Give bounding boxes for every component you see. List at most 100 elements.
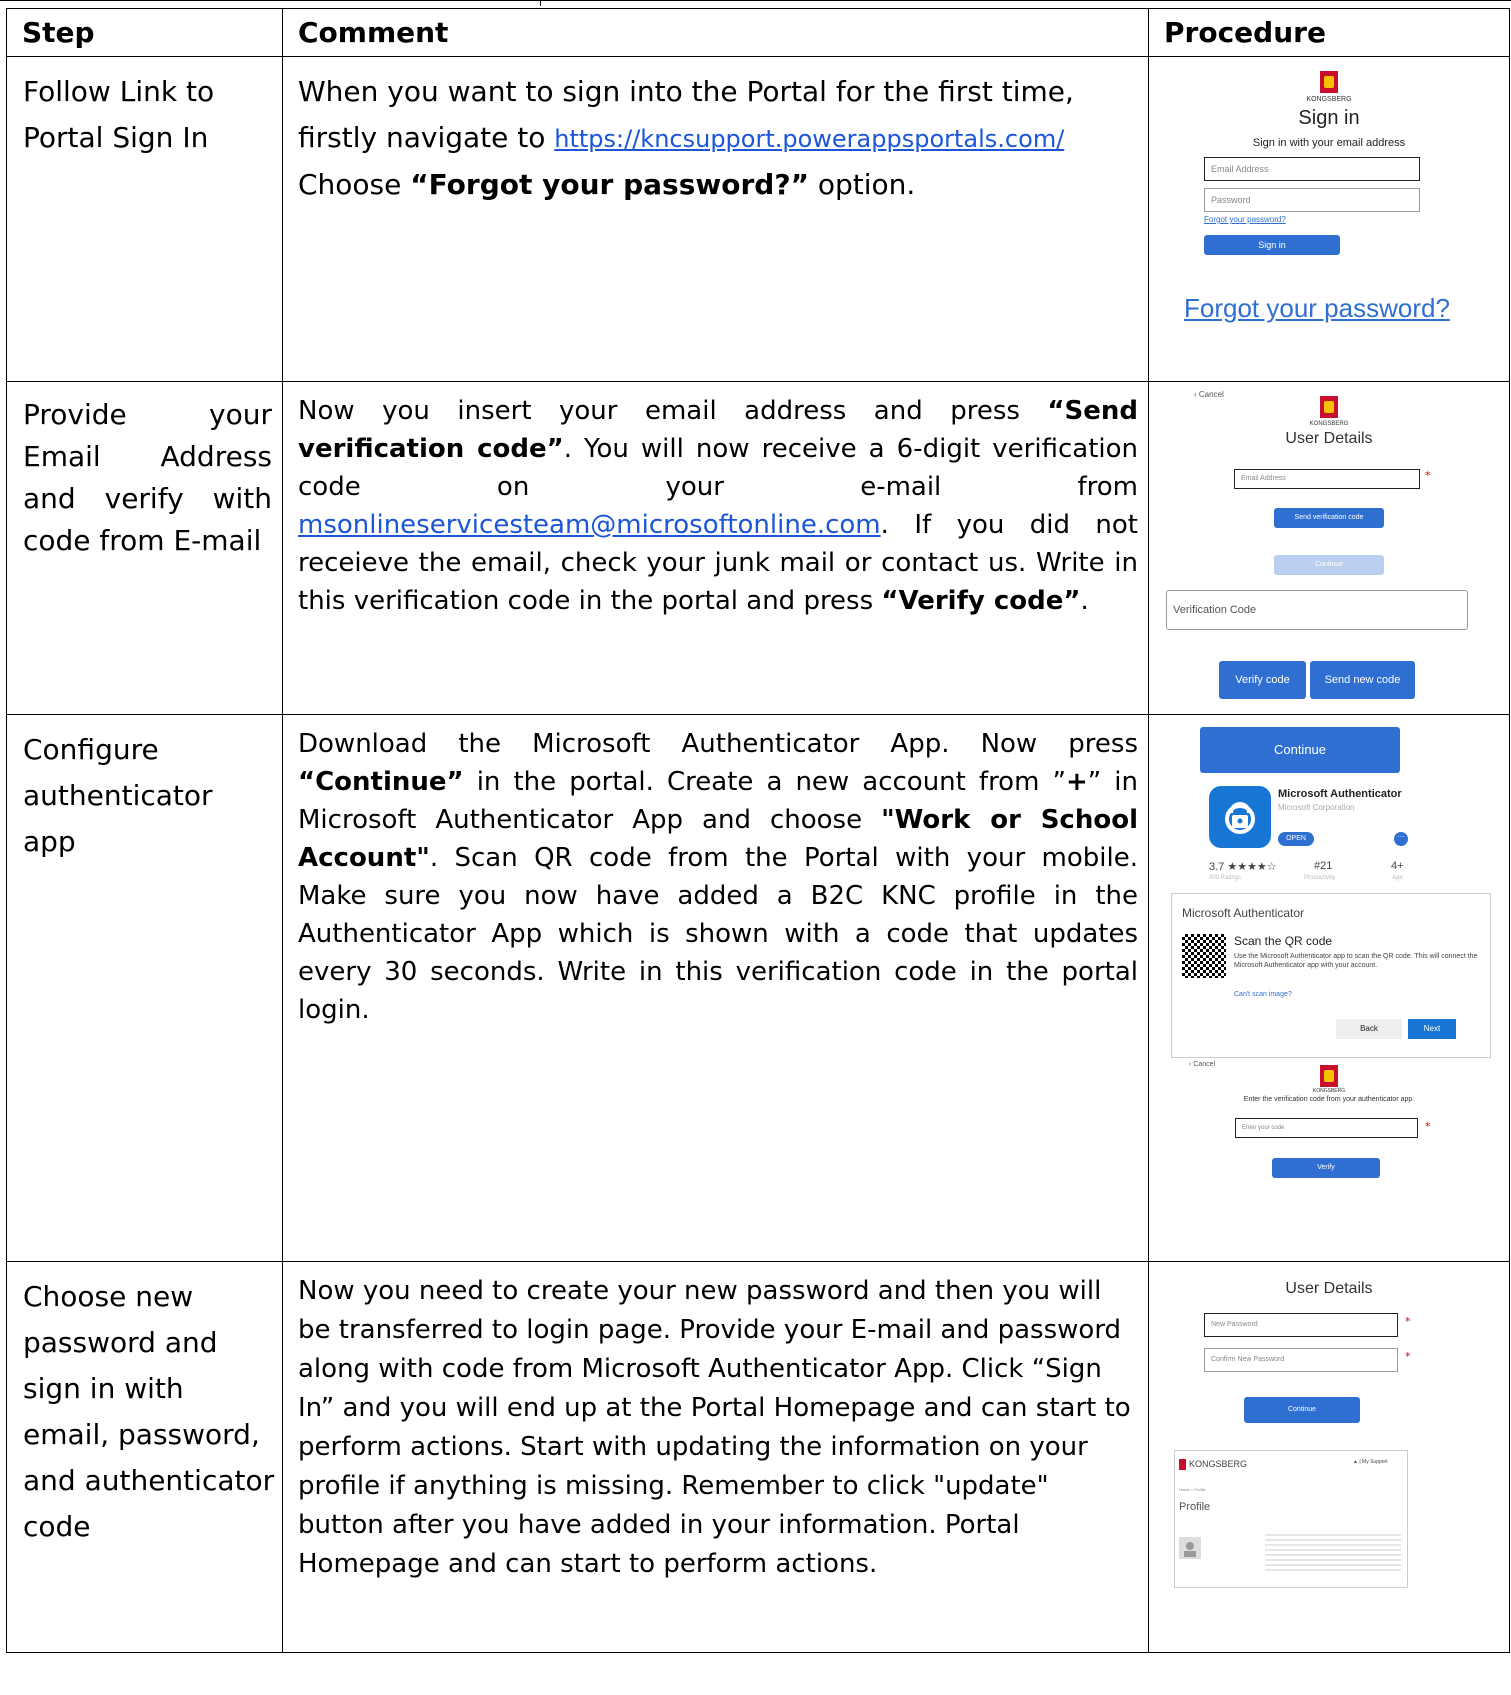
- email-field[interactable]: Email Address: [1234, 469, 1420, 489]
- comment-text: Now you need to create your new password…: [298, 1276, 1131, 1579]
- step-cell: Follow Link to Portal Sign In: [6, 56, 283, 382]
- brand-text: KONGSBERG: [1309, 421, 1349, 427]
- app-publisher: Microsoft Corporation: [1278, 803, 1355, 812]
- required-marker: *: [1405, 1350, 1411, 1363]
- procedure-table: Step Comment Procedure Follow Link to Po…: [6, 8, 1510, 1653]
- authenticator-screenshot: Continue Microsoft Authenticator Microso…: [1149, 715, 1510, 1261]
- password-field[interactable]: Password: [1204, 188, 1420, 212]
- breadcrumb: Home > Profile: [1179, 1487, 1206, 1492]
- continue-button[interactable]: Continue: [1200, 727, 1400, 773]
- new-password-screenshot: User Details New Password * Confirm New …: [1149, 1262, 1510, 1652]
- app-rating-count: 300 Ratings: [1209, 875, 1242, 881]
- step-cell: Configure authenticator app: [6, 714, 283, 1262]
- new-password-field[interactable]: New Password: [1204, 1313, 1398, 1337]
- header-step: Step: [6, 8, 283, 57]
- back-button[interactable]: Back: [1336, 1019, 1402, 1039]
- kongsberg-logo: [1320, 1065, 1338, 1087]
- table-row: Follow Link to Portal Sign In When you w…: [6, 56, 1510, 382]
- qr-dialog: Microsoft Authenticator Scan the QR code…: [1171, 893, 1491, 1058]
- nav-home[interactable]: ▲ | My Support: [1353, 1459, 1388, 1465]
- comment-bold: +: [1065, 767, 1088, 797]
- verify-button[interactable]: Verify: [1272, 1158, 1380, 1178]
- user-details-title: User Details: [1285, 1280, 1373, 1297]
- app-rank: #21: [1314, 860, 1333, 872]
- comment-text: in the portal. Create a new account from…: [463, 767, 1066, 797]
- top-border-stub: [540, 0, 557, 6]
- qr-code-icon: [1182, 934, 1226, 978]
- header-comment: Comment: [282, 8, 1149, 57]
- verify-code-button[interactable]: Verify code: [1219, 661, 1306, 699]
- continue-button[interactable]: Continue: [1244, 1397, 1360, 1423]
- avatar: [1179, 1537, 1201, 1559]
- brand-text: KONGSBERG: [1312, 1088, 1346, 1094]
- procedure-cell: ‹ Cancel KONGSBERG User Details Email Ad…: [1148, 381, 1510, 715]
- required-marker: *: [1405, 1315, 1411, 1328]
- send-new-code-button[interactable]: Send new code: [1310, 661, 1415, 699]
- cant-scan-link[interactable]: Can't scan image?: [1234, 991, 1292, 998]
- table-header-row: Step Comment Procedure: [6, 8, 1510, 57]
- verification-code-field[interactable]: Verification Code: [1166, 590, 1468, 630]
- comment-cell: Now you insert your email address and pr…: [282, 381, 1149, 715]
- user-details-title: User Details: [1285, 430, 1373, 447]
- profile-page-preview: KONGSBERG ▲ | My Support Home > Profile …: [1174, 1450, 1408, 1588]
- cancel-link[interactable]: ‹ Cancel: [1189, 1061, 1215, 1068]
- next-button[interactable]: Next: [1408, 1019, 1456, 1039]
- authenticator-code-field[interactable]: Enter your code: [1235, 1118, 1418, 1138]
- header-procedure: Procedure: [1148, 8, 1510, 57]
- portal-link[interactable]: https://kncsupport.powerappsportals.com/: [554, 125, 1064, 153]
- comment-cell: Download the Microsoft Authenticator App…: [282, 714, 1149, 1262]
- comment-text: Choose: [298, 168, 411, 201]
- app-name: Microsoft Authenticator: [1278, 788, 1402, 800]
- profile-title: Profile: [1179, 1501, 1211, 1513]
- step-cell: Provide your Email Address and verify wi…: [6, 381, 283, 715]
- signin-screenshot: KONGSBERG Sign in Sign in with your emai…: [1149, 57, 1510, 381]
- step-cell: Choose new password and sign in with ema…: [6, 1261, 283, 1653]
- cancel-link[interactable]: ‹ Cancel: [1194, 390, 1224, 399]
- more-options-icon[interactable]: ···: [1394, 832, 1408, 846]
- comment-cell: When you want to sign into the Portal fo…: [282, 56, 1149, 382]
- signin-title: Sign in: [1298, 107, 1360, 129]
- verify-email-screenshot: ‹ Cancel KONGSBERG User Details Email Ad…: [1149, 382, 1510, 714]
- app-category: Productivity: [1304, 875, 1336, 881]
- comment-text: Download the Microsoft Authenticator App…: [298, 729, 1138, 759]
- table-row: Configure authenticator app Download the…: [6, 714, 1510, 1262]
- table-row: Provide your Email Address and verify wi…: [6, 381, 1510, 715]
- send-verification-code-button[interactable]: Send verification code: [1274, 508, 1384, 528]
- confirm-password-field[interactable]: Confirm New Password: [1204, 1348, 1398, 1372]
- forgot-password-link-large[interactable]: Forgot your password?: [1184, 293, 1504, 324]
- signin-button[interactable]: Sign in: [1204, 235, 1340, 255]
- app-age: 4+: [1391, 860, 1404, 872]
- procedure-cell: KONGSBERG Sign in Sign in with your emai…: [1148, 56, 1510, 382]
- qr-dialog-title: Microsoft Authenticator: [1182, 906, 1305, 920]
- kongsberg-logo: [1320, 396, 1338, 418]
- continue-button-disabled: Continue: [1274, 555, 1384, 575]
- comment-text: option.: [808, 168, 916, 201]
- forgot-password-link-small[interactable]: Forgot your password?: [1204, 215, 1286, 224]
- email-link[interactable]: msonlineservicesteam@microsoftonline.com: [298, 510, 881, 540]
- app-age-label: Age: [1392, 875, 1403, 881]
- enter-code-label: Enter the verification code from your au…: [1243, 1096, 1415, 1103]
- kongsberg-logo: [1320, 71, 1338, 93]
- procedure-cell: Continue Microsoft Authenticator Microso…: [1148, 714, 1510, 1262]
- authenticator-app-icon: [1209, 786, 1271, 848]
- comment-text: .: [1080, 586, 1089, 616]
- kongsberg-logo: [1179, 1459, 1186, 1470]
- comment-bold: “Continue”: [298, 767, 464, 797]
- email-field[interactable]: Email Address: [1204, 157, 1420, 181]
- brand-text: KONGSBERG: [1189, 1459, 1248, 1469]
- brand-text: KONGSBERG: [1306, 96, 1352, 103]
- scan-qr-instructions: Use the Microsoft Authenticator app to s…: [1234, 953, 1478, 969]
- comment-bold: “Forgot your password?”: [410, 168, 809, 201]
- signin-subtitle: Sign in with your email address: [1252, 137, 1406, 149]
- profile-text-lines: [1265, 1531, 1401, 1571]
- procedure-cell: User Details New Password * Confirm New …: [1148, 1261, 1510, 1653]
- open-app-button[interactable]: OPEN: [1278, 832, 1314, 846]
- comment-cell: Now you need to create your new password…: [282, 1261, 1149, 1653]
- scan-qr-title: Scan the QR code: [1234, 934, 1333, 948]
- required-marker: *: [1425, 469, 1431, 482]
- table-row: Choose new password and sign in with ema…: [6, 1261, 1510, 1653]
- comment-text: Now you insert your email address and pr…: [298, 396, 1048, 426]
- app-rating: 3.7 ★★★★☆: [1209, 861, 1277, 873]
- required-marker: *: [1425, 1120, 1431, 1133]
- home-icon: ▲ |: [1353, 1459, 1363, 1465]
